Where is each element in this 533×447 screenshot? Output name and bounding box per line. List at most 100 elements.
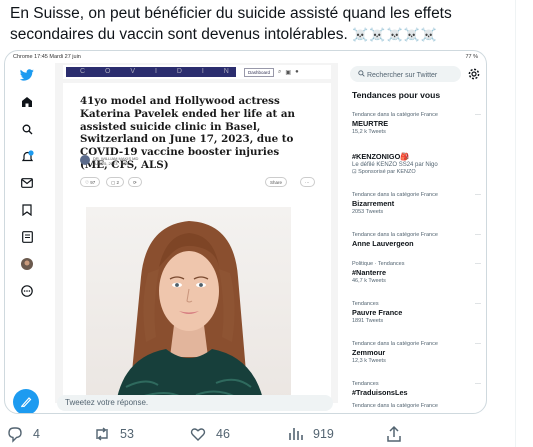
trend-item: Politique · Tendances #Nanterre 46,7 k T… [352,261,484,285]
site-avatar: ● [295,69,299,75]
status-left: Chrome 17:45 Mardi 27 juin [13,54,81,60]
trend-context: Tendances [352,381,379,387]
article-more-chip: ··· [300,177,315,187]
trend-count: 46,7 k Tweets [352,278,386,284]
trend-more-icon: ··· [475,112,481,118]
trend-item: Tendances #TraduisonsLes ··· [352,381,484,398]
search-placeholder: Rechercher sur Twitter [366,72,438,79]
trend-count: 12,3 k Tweets [352,358,386,364]
twitter-side-nav [5,63,49,413]
share-action[interactable] [385,424,412,444]
article-comment-count: 2 [116,180,120,185]
portrait-photo [86,207,291,403]
trend-more-icon: ··· [475,301,481,307]
trend-count: 15,2 k Tweets [352,129,386,135]
article-screenshot: C O V I D I N T E L Dashboard ⌕ ▣ ● 41yo… [55,63,338,403]
trend-context: Tendance dans la catégorie France [352,232,438,238]
trend-more-icon: ··· [475,341,481,347]
trend-context: Tendance dans la catégorie France [352,341,438,347]
trend-promoted: ⊡ Sponsorisé par KENZO [352,169,416,175]
heart-icon [190,428,206,441]
trend-context: Tendances [352,301,379,307]
site-search-icon: ⌕ [278,68,282,75]
article-body: 41yo model and Hollywood actress Katerin… [63,83,331,403]
retweet-action[interactable]: 53 [93,424,134,444]
site-menu-icon: ▣ [285,69,292,76]
timeline-divider [515,0,516,447]
trend-context: Tendance dans la catégorie France [352,112,438,118]
home-icon[interactable] [19,94,35,110]
like-count: 46 [216,427,230,441]
settings-gear-icon [468,67,480,80]
reply-count: 4 [33,427,40,441]
retweet-count: 53 [120,427,134,441]
trend-item: Tendance dans la catégorie France Zemmou… [352,341,484,365]
trend-context: Tendance dans la catégorie France [352,192,438,198]
trend-name: Bizarrement [352,199,395,208]
site-header: C O V I D I N T E L Dashboard ⌕ ▣ ● [63,65,331,79]
trend-item: Tendance dans la catégorie France Anne L… [352,232,484,249]
tweet-text: En Suisse, on peut bénéficier du suicide… [10,3,490,45]
article-like-chip: ♡ 97 [80,177,101,187]
views-bar-chart-icon [289,428,303,440]
trend-name: #TraduisonsLes [352,388,408,397]
trend-more-icon: ··· [475,192,481,198]
trend-more-icon: ··· [475,232,481,238]
trend-item: Tendance dans la catégorie France Bizarr… [352,192,484,216]
messages-envelope-icon[interactable] [19,175,35,191]
dashboard-button: Dashboard [244,67,275,77]
lists-icon[interactable] [19,229,35,245]
trend-item: Tendance dans la catégorie France [352,403,484,410]
trends-title: Tendances pour vous [352,90,441,100]
trend-context: Politique · Tendances [352,261,405,267]
feather-quill-icon [20,397,32,408]
article-like-count: 97 [90,180,96,185]
trend-name: Anne Lauvergeon [352,239,414,248]
twitter-search-box: Rechercher sur Twitter [350,66,461,82]
skull-emoji-row: ☠️☠️☠️☠️☠️ [352,27,439,42]
search-icon[interactable] [19,121,35,137]
profile-avatar[interactable] [19,256,35,272]
trend-name: Pauvre France [352,308,403,317]
reply-input: Tweetez votre réponse. [57,395,333,411]
more-options-icon[interactable] [19,283,35,299]
trend-count: 1891 Tweets [352,318,384,324]
trend-name: #Nanterre [352,268,387,277]
article-restack-chip: ⟳ [128,177,142,187]
trend-more-icon: ··· [475,261,481,267]
trend-name: MEURTRE [352,119,389,128]
trends-sidebar: Rechercher sur Twitter Tendances pour vo… [345,63,486,413]
reply-bubble-icon [8,427,22,443]
article-actions: ♡ 97 ▢ 2 ⟳ Share ··· [80,177,316,189]
like-action[interactable]: 46 [189,424,230,444]
status-bar: Chrome 17:45 Mardi 27 juin 77 % [5,51,486,63]
trend-description: Le défilé KENZO SS24 par Nigo [352,162,438,168]
article-comment-chip: ▢ 2 [106,177,125,187]
compose-tweet-button[interactable] [13,389,39,413]
trend-item: Tendance dans la catégorie France MEURTR… [352,112,484,136]
byline-date: JUN 25, 2023 · PAID [93,161,131,166]
twitter-bird-icon[interactable] [19,67,35,83]
trend-item: Tendances Pauvre France 1891 Tweets ··· [352,301,484,325]
trend-item: #KENZONIGO🎒 Le défilé KENZO SS24 par Nig… [352,152,484,176]
trend-name: #KENZONIGO🎒 [352,152,410,161]
sidebar-search-icon [358,70,365,77]
attached-screenshot[interactable]: Chrome 17:45 Mardi 27 juin 77 % C O V I … [4,50,487,414]
trend-promoted-label: Sponsorisé par KENZO [358,169,416,175]
retweet-icon [96,427,108,441]
views-count: 919 [313,427,334,441]
trend-context: Tendance dans la catégorie France [352,403,438,409]
share-upload-icon [387,425,401,442]
status-right: 77 % [465,54,478,60]
author-avatar [80,155,90,165]
trend-name: Zemmour [352,348,386,357]
article-share-chip: Share [265,177,288,187]
notifications-bell-icon[interactable] [19,148,35,164]
trend-count: 2053 Tweets [352,209,384,215]
bookmark-icon[interactable] [19,202,35,218]
reply-action[interactable]: 4 [6,424,40,444]
article-byline: DR. WILLIAM MAKIS MD JUN 25, 2023 · PAID [93,156,138,166]
views-action[interactable]: 919 [286,424,334,444]
trend-more-icon: ··· [475,381,481,387]
site-logo: C O V I D I N T E L [66,67,236,77]
